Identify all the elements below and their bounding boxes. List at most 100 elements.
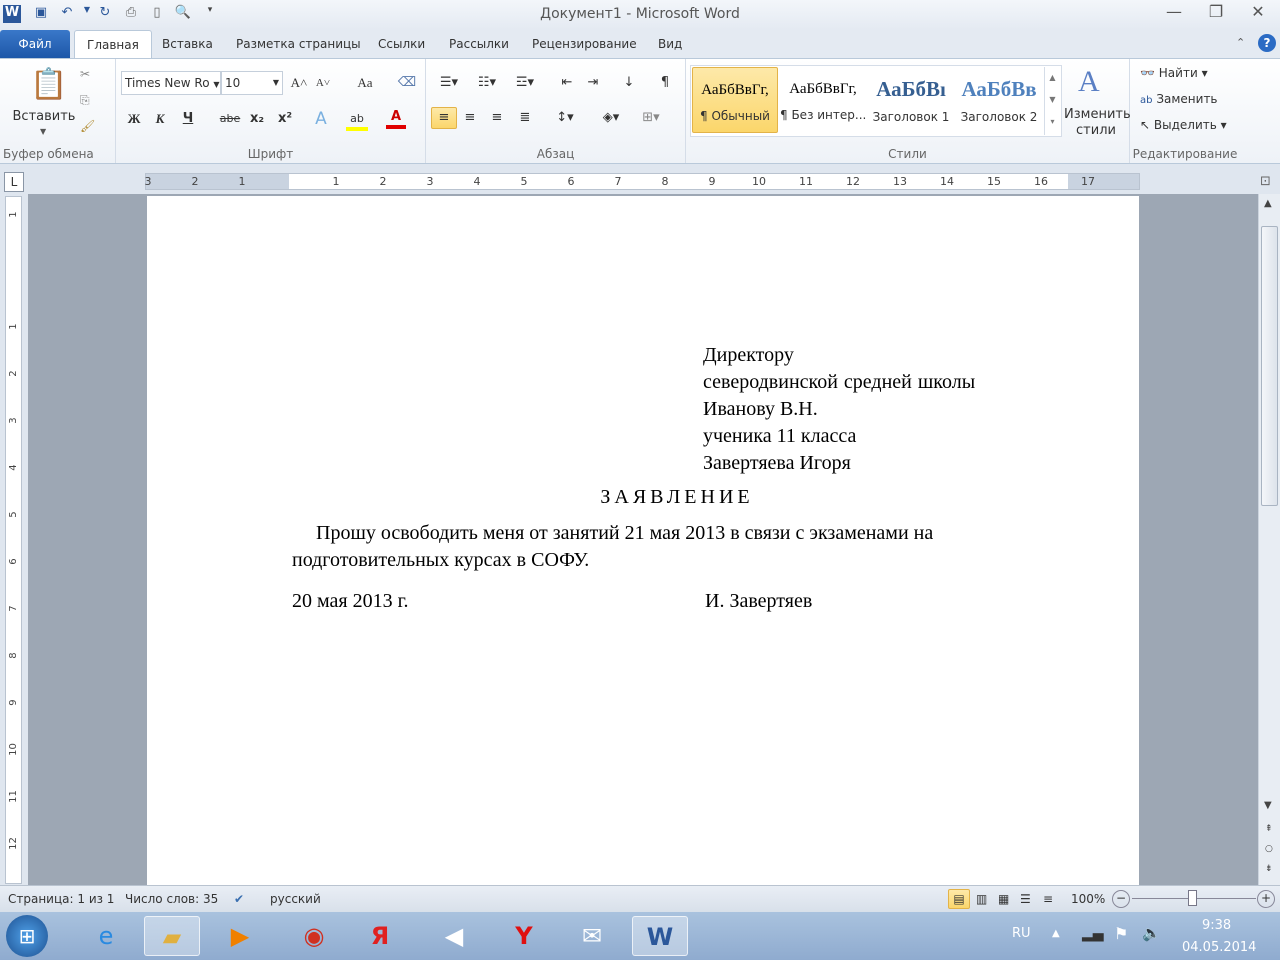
start-button[interactable]: ⊞ [6, 915, 48, 957]
scroll-thumb[interactable] [1261, 226, 1278, 506]
style-normal[interactable]: АаБбВвГг, ¶ Обычный [692, 67, 778, 133]
minimize-button[interactable]: — [1154, 2, 1194, 26]
next-page-icon[interactable]: ⇟ [1265, 864, 1273, 874]
italic-button[interactable]: К [150, 109, 170, 131]
vertical-ruler[interactable]: 112345678910111213 [5, 196, 22, 897]
text-effects-icon[interactable]: A [310, 109, 332, 131]
clock-time[interactable]: 9:38 [1202, 918, 1231, 933]
restore-button[interactable]: ❐ [1196, 2, 1236, 26]
tab-view[interactable]: Вид [646, 30, 694, 58]
language[interactable]: русский [270, 886, 321, 912]
strikethrough-button[interactable]: abe [216, 109, 244, 131]
view-ruler-icon[interactable]: ⊡ [1260, 174, 1271, 189]
font-size-combo[interactable]: 10 ▼ [221, 71, 283, 95]
clock-date[interactable]: 04.05.2014 [1182, 940, 1256, 955]
paste-icon[interactable]: 📋 [30, 67, 67, 102]
font-name-combo[interactable]: Times New Ro ▼ [121, 71, 221, 95]
line-spacing-icon[interactable]: ↕▾ [550, 108, 580, 130]
subscript-button[interactable]: x₂ [246, 109, 268, 131]
zoom-slider-thumb[interactable] [1188, 890, 1197, 906]
find-button[interactable]: 👓 Найти ▾ [1140, 63, 1208, 85]
web-layout-icon[interactable]: ▦ [998, 886, 1009, 912]
word-taskbar-icon[interactable]: W [632, 916, 688, 956]
collapse-ribbon-icon[interactable]: ⌃ [1236, 36, 1245, 49]
underline-button[interactable]: Ч [178, 109, 198, 131]
network-icon[interactable]: ▂▄ [1082, 926, 1104, 942]
bullets-icon[interactable]: ☰▾ [434, 73, 464, 95]
yandex-icon[interactable]: Я [352, 916, 408, 956]
tab-mailings[interactable]: Рассылки [437, 30, 521, 58]
explorer-icon[interactable]: ▰ [144, 916, 200, 956]
align-right-icon[interactable]: ≡ [486, 108, 508, 130]
help-icon[interactable]: ? [1258, 34, 1276, 52]
superscript-button[interactable]: x² [274, 109, 296, 131]
tab-review[interactable]: Рецензирование [520, 30, 649, 58]
outline-icon[interactable]: ☰ [1020, 886, 1031, 912]
change-styles-button[interactable]: Изменить стили [1064, 107, 1131, 143]
chrome-icon[interactable]: ◉ [286, 916, 342, 956]
copy-icon[interactable]: ⎘ [80, 93, 90, 108]
font-color-icon[interactable]: A [386, 107, 406, 129]
bold-button[interactable]: Ж [124, 109, 144, 131]
align-left-icon[interactable]: ≡ [431, 107, 457, 129]
select-button[interactable]: ↖ Выделить ▾ [1140, 115, 1227, 137]
tab-selector-button[interactable]: L [4, 172, 24, 192]
mail-icon[interactable]: ✉ [564, 916, 620, 956]
scroll-up-icon[interactable]: ▲ [1264, 198, 1272, 209]
borders-icon[interactable]: ⊞▾ [636, 108, 666, 130]
horizontal-ruler[interactable]: 3 2 1 1 2 3 4 5 6 7 8 9 10 11 12 13 14 15 16 17 [145, 173, 1140, 190]
close-button[interactable]: ✕ [1238, 2, 1278, 26]
decrease-indent-icon[interactable]: ⇤ [556, 73, 578, 95]
sort-icon[interactable]: ↓ [618, 73, 640, 95]
highlight-icon[interactable]: ab [346, 109, 368, 131]
cut-icon[interactable]: ✂ [80, 67, 90, 81]
zoom-level[interactable]: 100% [1071, 886, 1105, 912]
zoom-in-button[interactable]: + [1257, 890, 1275, 908]
justify-icon[interactable]: ≣ [514, 108, 536, 130]
style-heading-1[interactable]: АаБбВı Заголовок 1 [868, 67, 954, 133]
style-no-spacing[interactable]: АаБбВвГг, ¶ Без интер... [780, 67, 866, 133]
previous-page-icon[interactable]: ⇞ [1265, 824, 1273, 834]
tab-insert[interactable]: Вставка [150, 30, 225, 58]
draft-icon[interactable]: ≡ [1043, 886, 1053, 912]
yandex-browser-icon[interactable]: Y [496, 916, 552, 956]
scroll-down-icon[interactable]: ▼ [1264, 800, 1272, 811]
clear-formatting-icon[interactable]: ⌫ [396, 73, 418, 95]
zoom-out-button[interactable]: − [1112, 890, 1130, 908]
vertical-scrollbar[interactable]: ▲ ▼ ⇞ ○ ⇟ [1258, 194, 1280, 885]
page-count[interactable]: Страница: 1 из 1 [8, 886, 114, 912]
grow-font-button[interactable]: A˄ [288, 73, 310, 95]
tab-file[interactable]: Файл [0, 30, 70, 58]
styles-scroll[interactable]: ▲ ▼ ▾ [1044, 67, 1060, 135]
audio-app-icon[interactable]: ◀ [426, 916, 482, 956]
tab-home[interactable]: Главная [74, 30, 152, 58]
numbering-icon[interactable]: ☷▾ [472, 73, 502, 95]
tab-references[interactable]: Ссылки [366, 30, 437, 58]
replace-button[interactable]: ab Заменить [1140, 89, 1218, 111]
multilevel-list-icon[interactable]: ☲▾ [510, 73, 540, 95]
format-painter-icon[interactable]: 🖌 [80, 119, 95, 133]
volume-icon[interactable]: 🔈 [1142, 924, 1161, 942]
increase-indent-icon[interactable]: ⇥ [582, 73, 604, 95]
media-player-icon[interactable]: ▶ [212, 916, 268, 956]
style-heading-2[interactable]: АаБбВв Заголовок 2 [956, 67, 1042, 133]
internet-explorer-icon[interactable]: e [78, 916, 134, 956]
show-formatting-button[interactable]: ¶ [654, 73, 676, 95]
document-page[interactable]: Директору северодвинской средней школы И… [147, 196, 1139, 885]
show-hidden-icons[interactable]: ▲ [1052, 928, 1060, 939]
browse-object-icon[interactable]: ○ [1265, 844, 1273, 854]
action-center-flag-icon[interactable]: ⚑ [1114, 924, 1128, 943]
tab-page-layout[interactable]: Разметка страницы [224, 30, 373, 58]
input-language[interactable]: RU [1012, 926, 1031, 941]
align-center-icon[interactable]: ≡ [459, 108, 481, 130]
shrink-font-button[interactable]: A˅ [312, 73, 334, 95]
paste-button[interactable]: Вставить [12, 107, 76, 129]
proofing-icon[interactable]: ✔ [234, 886, 244, 912]
change-styles-icon[interactable]: A [1078, 65, 1100, 99]
print-layout-icon[interactable]: ▤ [948, 889, 970, 909]
word-count[interactable]: Число слов: 35 [125, 886, 218, 912]
change-case-button[interactable]: Aa [350, 73, 380, 95]
full-screen-reading-icon[interactable]: ▥ [976, 886, 987, 912]
paste-dropdown-icon[interactable]: ▼ [40, 127, 46, 136]
shading-icon[interactable]: ◈▾ [596, 108, 626, 130]
